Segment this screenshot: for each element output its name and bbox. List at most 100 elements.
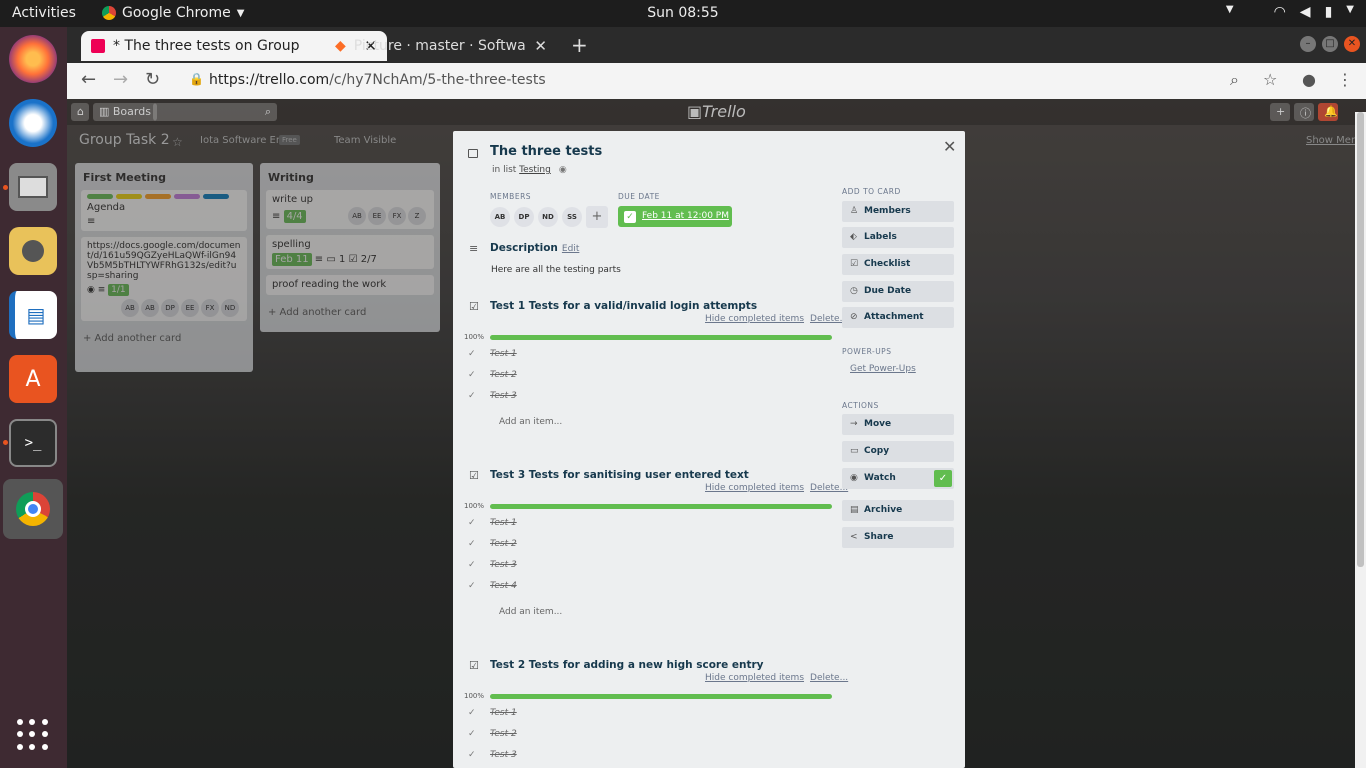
rhythmbox-icon[interactable] bbox=[9, 227, 57, 275]
check-icon[interactable]: ✓ bbox=[468, 539, 480, 549]
due-date-button[interactable]: ✓ Feb 11 at 12:00 PM bbox=[618, 206, 732, 227]
maximize-button[interactable]: □ bbox=[1322, 36, 1338, 52]
check-icon[interactable]: ✓ bbox=[468, 518, 480, 528]
add-item-button[interactable]: Add an item... bbox=[499, 607, 562, 617]
checklist-title[interactable]: Test 1 Tests for a valid/invalid login a… bbox=[490, 300, 757, 312]
avatar[interactable]: DP bbox=[514, 207, 534, 227]
writer-icon[interactable]: ▤ bbox=[9, 291, 57, 339]
boards-button[interactable]: ▥ Boards bbox=[93, 103, 157, 121]
card-agenda[interactable]: Agenda ≡ bbox=[81, 190, 247, 231]
avatar[interactable]: AB bbox=[121, 299, 139, 317]
address-bar[interactable]: https://trello.com/c/hy7NchAm/5-the-thre… bbox=[209, 72, 546, 88]
star-icon[interactable]: ☆ bbox=[172, 135, 183, 149]
avatar[interactable]: DP bbox=[161, 299, 179, 317]
minimize-button[interactable]: – bbox=[1300, 36, 1316, 52]
checklist-item[interactable]: ✓ Test 1 bbox=[468, 708, 517, 718]
move-button[interactable]: → Move bbox=[842, 414, 954, 435]
chevron-down-icon[interactable]: ▼ bbox=[1226, 4, 1234, 20]
firefox-icon[interactable] bbox=[9, 35, 57, 83]
avatar[interactable]: EE bbox=[368, 207, 386, 225]
attachment-button[interactable]: ⊘ Attachment bbox=[842, 307, 954, 328]
card-spelling[interactable]: spelling Feb 11 ≡ ▭ 1 ☑ 2/7 bbox=[266, 235, 434, 269]
close-window-button[interactable]: ✕ bbox=[1344, 36, 1360, 52]
bookmark-star-icon[interactable]: ☆ bbox=[1263, 70, 1277, 89]
close-icon[interactable]: ✕ bbox=[943, 137, 956, 156]
info-icon[interactable]: ⓘ bbox=[1294, 103, 1314, 121]
hide-completed-button[interactable]: Hide completed items bbox=[705, 483, 804, 493]
check-icon[interactable]: ✓ bbox=[468, 349, 480, 359]
checklist-title[interactable]: Test 2 Tests for adding a new high score… bbox=[490, 659, 764, 671]
terminal-icon[interactable]: >_ bbox=[9, 419, 57, 467]
add-item-button[interactable]: Add an item... bbox=[499, 417, 562, 427]
files-icon[interactable] bbox=[9, 163, 57, 211]
avatar[interactable]: AB bbox=[490, 207, 510, 227]
forward-button[interactable]: → bbox=[113, 69, 128, 90]
delete-checklist-button[interactable]: Delete... bbox=[810, 673, 848, 683]
thunderbird-icon[interactable] bbox=[9, 99, 57, 147]
search-input[interactable]: ⌕ bbox=[153, 103, 277, 121]
avatar[interactable]: ND bbox=[538, 207, 558, 227]
notification-icon[interactable]: 🔔 bbox=[1318, 103, 1338, 121]
checklist-item[interactable]: ✓ Test 1 bbox=[468, 518, 517, 528]
hide-completed-button[interactable]: Hide completed items bbox=[705, 314, 804, 324]
menu-icon[interactable]: ⋮ bbox=[1337, 70, 1353, 89]
checklist-item[interactable]: ✓ Test 4 bbox=[468, 581, 517, 591]
avatar[interactable]: AB bbox=[141, 299, 159, 317]
check-icon[interactable]: ✓ bbox=[468, 391, 480, 401]
get-power-ups-link[interactable]: Get Power-Ups bbox=[850, 364, 916, 374]
avatar[interactable]: EE bbox=[181, 299, 199, 317]
app-menu[interactable]: Google Chrome ▼ bbox=[102, 5, 244, 21]
copy-button[interactable]: ▭ Copy bbox=[842, 441, 954, 462]
check-icon[interactable]: ✓ bbox=[468, 581, 480, 591]
checklist-item[interactable]: ✓ Test 2 bbox=[468, 729, 517, 739]
check-icon[interactable]: ✓ bbox=[468, 560, 480, 570]
chrome-icon[interactable] bbox=[3, 479, 63, 539]
due-date-button[interactable]: ◷ Due Date bbox=[842, 281, 954, 302]
description-text[interactable]: Here are all the testing parts bbox=[491, 265, 621, 275]
card-link[interactable]: https://docs.google.com/document/d/161u5… bbox=[81, 237, 247, 321]
list-title[interactable]: First Meeting bbox=[75, 163, 253, 190]
card-write-up[interactable]: write up ≡ 4/4 AB EE FX Z bbox=[266, 190, 434, 229]
avatar[interactable]: Z bbox=[408, 207, 426, 225]
avatar[interactable]: FX bbox=[388, 207, 406, 225]
software-center-icon[interactable]: A bbox=[9, 355, 57, 403]
home-icon[interactable]: ⌂ bbox=[71, 103, 89, 121]
board-title[interactable]: Group Task 2 bbox=[79, 132, 170, 148]
show-applications-icon[interactable] bbox=[17, 719, 49, 751]
check-icon[interactable]: ✓ bbox=[468, 370, 480, 380]
reload-button[interactable]: ↻ bbox=[145, 69, 160, 90]
account-icon[interactable]: ● bbox=[1302, 70, 1316, 89]
add-card-button[interactable]: + Add another card bbox=[75, 327, 253, 350]
avatar[interactable]: AB bbox=[348, 207, 366, 225]
scrollbar-thumb[interactable] bbox=[1357, 112, 1364, 567]
back-button[interactable]: ← bbox=[81, 69, 96, 90]
edit-description-button[interactable]: Edit bbox=[562, 244, 579, 254]
zoom-icon[interactable]: ⌕ bbox=[1230, 70, 1239, 90]
activities-button[interactable]: Activities bbox=[12, 5, 76, 21]
list-link[interactable]: Testing bbox=[519, 165, 551, 175]
board-org[interactable]: Iota Software Eng bbox=[200, 135, 289, 146]
checklist-item[interactable]: ✓ Test 3 bbox=[468, 391, 517, 401]
checklist-item[interactable]: ✓ Test 3 bbox=[468, 750, 517, 760]
list-title[interactable]: Writing bbox=[260, 163, 440, 190]
checklist-title[interactable]: Test 3 Tests for sanitising user entered… bbox=[490, 469, 749, 481]
add-icon[interactable]: + bbox=[1270, 103, 1290, 121]
clock[interactable]: Sun 08:55 bbox=[647, 5, 718, 21]
tab-inactive[interactable]: ◆ Picture · master · Softwar ✕ bbox=[325, 31, 557, 61]
checklist-item[interactable]: ✓ Test 2 bbox=[468, 539, 517, 549]
archive-button[interactable]: ▤ Archive bbox=[842, 500, 954, 521]
checklist-item[interactable]: ✓ Test 3 bbox=[468, 560, 517, 570]
card-title[interactable]: The three tests bbox=[490, 144, 602, 159]
hide-completed-button[interactable]: Hide completed items bbox=[705, 673, 804, 683]
check-icon[interactable]: ✓ bbox=[468, 729, 480, 739]
checklist-item[interactable]: ✓ Test 1 bbox=[468, 349, 517, 359]
new-tab-button[interactable]: + bbox=[571, 33, 588, 57]
check-icon[interactable]: ✓ bbox=[468, 708, 480, 718]
avatar[interactable]: FX bbox=[201, 299, 219, 317]
watch-button[interactable]: ◉ Watch ✓ bbox=[842, 468, 954, 489]
avatar[interactable]: SS bbox=[562, 207, 582, 227]
check-icon[interactable]: ✓ bbox=[468, 750, 480, 760]
checklist-item[interactable]: ✓ Test 2 bbox=[468, 370, 517, 380]
checklist-button[interactable]: ☑ Checklist bbox=[842, 254, 954, 275]
card-proof-reading[interactable]: proof reading the work bbox=[266, 275, 434, 295]
